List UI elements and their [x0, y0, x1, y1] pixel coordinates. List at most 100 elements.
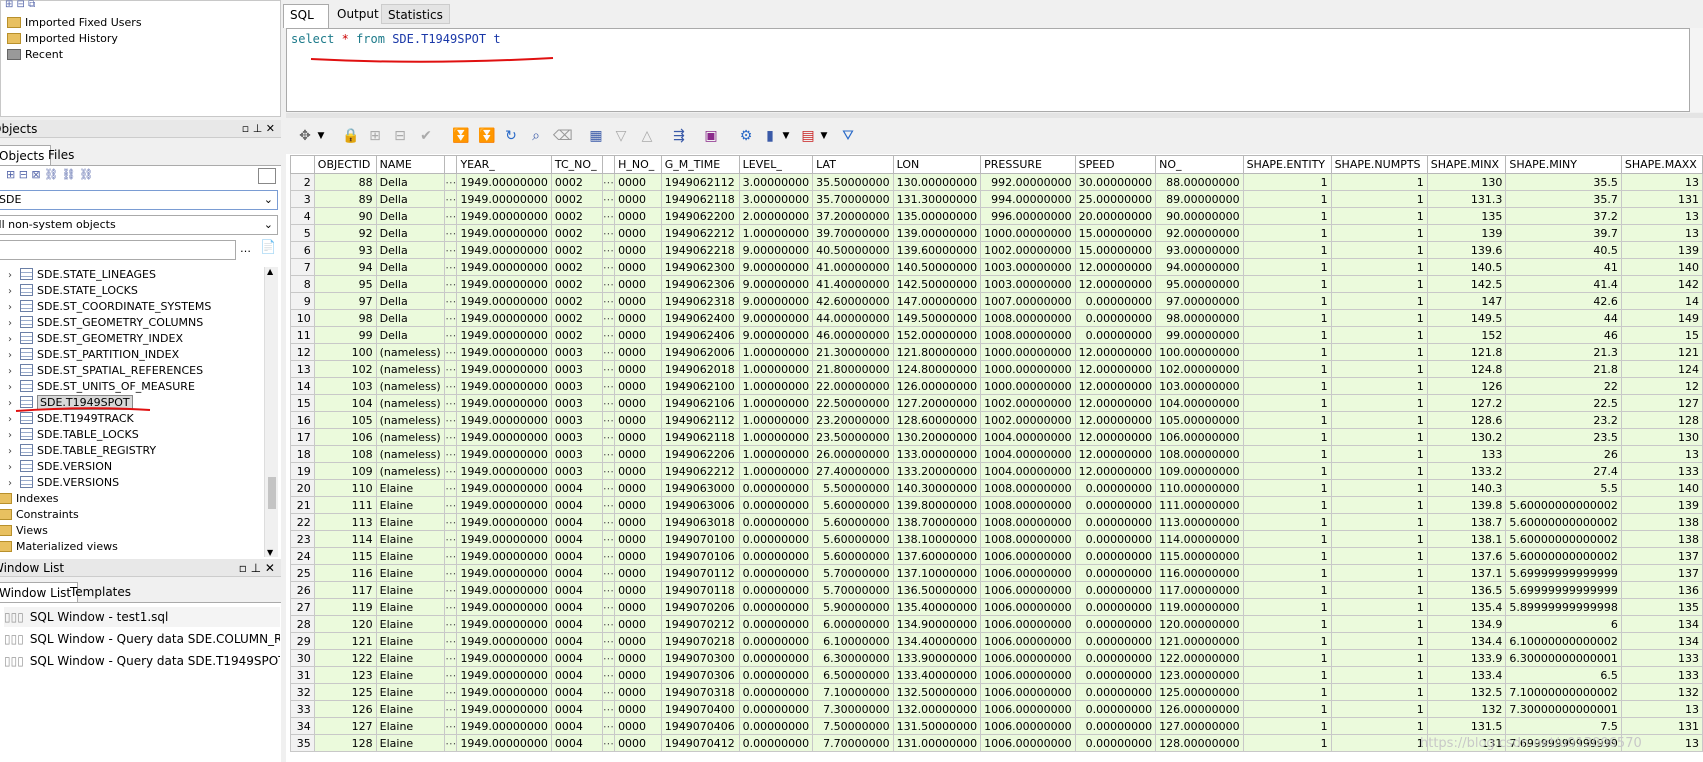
table-cell[interactable]: 46 [1505, 326, 1622, 344]
table-row[interactable]: 32 125 Elaine ⋯ 1949.00000000 0004 ⋯ 0000 194907… [290, 683, 1703, 701]
table-cell[interactable]: 1 [1242, 632, 1332, 650]
table-cell[interactable]: 1949063006 [660, 496, 740, 514]
table-cell[interactable]: 0000 [614, 428, 662, 446]
tree-scrollbar[interactable]: ▲ ▼ [264, 267, 278, 557]
cell-edit-button[interactable]: ⋯ [444, 734, 458, 752]
save-icon[interactable]: ▣ [703, 128, 719, 144]
table-cell[interactable]: 1002.00000000 [980, 411, 1076, 429]
chevron-right-icon[interactable]: › [8, 364, 20, 380]
table-cell[interactable]: 136.5 [1426, 581, 1507, 599]
row-number[interactable]: 24 [290, 547, 315, 565]
table-cell[interactable]: 1 [1330, 258, 1428, 276]
table-cell[interactable]: 88.00000000 [1155, 173, 1244, 191]
table-cell[interactable]: 104.00000000 [1155, 394, 1244, 412]
table-cell[interactable]: 23.50000000 [812, 428, 894, 446]
table-cell[interactable]: 5.60000000 [812, 530, 894, 548]
row-number[interactable]: 8 [290, 275, 315, 293]
table-row[interactable]: 18 108 (nameless) ⋯ 1949.00000000 0003 ⋯ 0000 19… [290, 445, 1703, 463]
table-row[interactable]: 7 94 Della ⋯ 1949.00000000 0002 ⋯ 0000 194906230… [290, 258, 1703, 276]
table-cell[interactable]: 1 [1330, 411, 1428, 429]
table-cell[interactable]: 13 [1620, 207, 1703, 225]
table-cell[interactable]: 0000 [614, 207, 662, 225]
table-cell[interactable]: 1949062018 [660, 360, 740, 378]
table-cell[interactable]: 1949062212 [660, 462, 740, 480]
table-cell[interactable]: 41 [1505, 258, 1622, 276]
table-cell[interactable]: 12.00000000 [1074, 360, 1157, 378]
row-number[interactable]: 31 [290, 666, 315, 684]
column-header[interactable]: SHAPE.NUMPTS [1330, 155, 1428, 174]
row-number[interactable]: 10 [290, 309, 315, 327]
table-cell[interactable]: 1 [1330, 275, 1428, 293]
table-cell[interactable]: 127.2 [1426, 394, 1507, 412]
table-cell[interactable]: 152.00000000 [892, 326, 982, 344]
cell-edit-button[interactable]: ⋯ [444, 326, 458, 344]
cell-edit-button[interactable]: ⋯ [601, 241, 616, 259]
table-cell[interactable]: 0002 [550, 326, 603, 344]
table-cell[interactable]: 0.00000000 [738, 683, 814, 701]
table-cell[interactable]: 0000 [614, 445, 662, 463]
table-cell[interactable]: 37.20000000 [812, 207, 894, 225]
table-cell[interactable]: 1949.00000000 [456, 479, 552, 497]
row-number[interactable]: 15 [290, 394, 315, 412]
table-cell[interactable]: 128.00000000 [1155, 734, 1244, 752]
table-cell[interactable]: 0003 [550, 428, 603, 446]
cell-edit-button[interactable]: ⋯ [601, 717, 616, 735]
table-cell[interactable]: 0.00000000 [1074, 530, 1157, 548]
table-cell[interactable]: 134 [1620, 632, 1703, 650]
table-cell[interactable]: 1 [1242, 411, 1332, 429]
table-cell[interactable]: 139 [1426, 224, 1507, 242]
table-cell[interactable]: 1006.00000000 [980, 734, 1076, 752]
table-cell[interactable]: 0.00000000 [1074, 666, 1157, 684]
table-cell[interactable]: 0000 [614, 411, 662, 429]
table-cell[interactable]: 1000.00000000 [980, 360, 1076, 378]
table-cell[interactable]: 0003 [550, 462, 603, 480]
table-cell[interactable]: 1949070118 [660, 581, 740, 599]
table-cell[interactable]: 1 [1242, 496, 1332, 514]
table-cell[interactable]: 138.70000000 [892, 513, 982, 531]
table-cell[interactable]: 0003 [550, 343, 603, 361]
table-cell[interactable]: 5.90000000 [812, 598, 894, 616]
splitter[interactable] [286, 113, 1703, 118]
table-cell[interactable]: 35.70000000 [812, 190, 894, 208]
table-cell[interactable]: 1949062300 [660, 258, 740, 276]
table-cell[interactable]: 1949070306 [660, 666, 740, 684]
row-number[interactable]: 16 [290, 411, 315, 429]
table-row[interactable]: 11 99 Della ⋯ 1949.00000000 0002 ⋯ 0000 19490624… [290, 326, 1703, 344]
column-header[interactable]: SHAPE.ENTITY [1242, 155, 1332, 174]
chevron-right-icon[interactable]: › [8, 428, 20, 444]
table-row[interactable]: 8 95 Della ⋯ 1949.00000000 0002 ⋯ 0000 194906230… [290, 275, 1703, 293]
table-cell[interactable]: 1 [1242, 717, 1332, 735]
table-cell[interactable]: 98.00000000 [1155, 309, 1244, 327]
table-cell[interactable]: 12.00000000 [1074, 394, 1157, 412]
table-cell[interactable]: 140.5 [1426, 258, 1507, 276]
table-cell[interactable]: 1002.00000000 [980, 394, 1076, 412]
cell-edit-button[interactable]: ⋯ [444, 309, 458, 327]
table-cell[interactable]: 22 [1505, 377, 1622, 395]
table-cell[interactable]: 5.70000000 [812, 581, 894, 599]
table-cell[interactable]: 138 [1620, 530, 1703, 548]
table-cell[interactable]: 133 [1620, 666, 1703, 684]
cell-edit-button[interactable]: ⋯ [444, 445, 458, 463]
table-cell[interactable]: 1 [1330, 547, 1428, 565]
table-cell[interactable]: 0004 [550, 717, 603, 735]
table-cell[interactable]: Elaine [375, 734, 446, 752]
table-cell[interactable]: 40.50000000 [812, 241, 894, 259]
table-cell[interactable]: 0.00000000 [1074, 564, 1157, 582]
cell-edit-button[interactable]: ⋯ [601, 343, 616, 361]
table-cell[interactable]: 130.00000000 [892, 173, 982, 191]
table-cell[interactable]: 1949.00000000 [456, 309, 552, 327]
table-cell[interactable]: 14 [1620, 292, 1703, 310]
table-cell[interactable]: 0.00000000 [738, 717, 814, 735]
window-item[interactable]: ▯▯▯ SQL Window - test1.sql [4, 607, 280, 627]
table-cell[interactable]: Della [375, 207, 446, 225]
table-cell[interactable]: 147.00000000 [892, 292, 982, 310]
table-cell[interactable]: 1949.00000000 [456, 343, 552, 361]
table-cell[interactable]: 0.00000000 [1074, 632, 1157, 650]
table-cell[interactable]: 1949070112 [660, 564, 740, 582]
table-cell[interactable]: Della [375, 224, 446, 242]
table-cell[interactable]: 0.00000000 [738, 581, 814, 599]
cell-edit-button[interactable]: ⋯ [444, 615, 458, 633]
table-cell[interactable]: 1949.00000000 [456, 394, 552, 412]
table-cell[interactable]: 1008.00000000 [980, 326, 1076, 344]
table-cell[interactable]: 35.50000000 [812, 173, 894, 191]
